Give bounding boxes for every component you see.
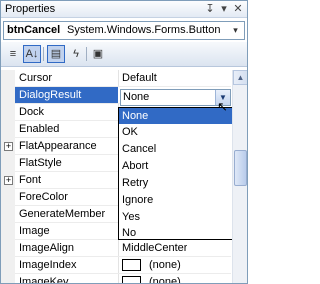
row-margin [1,274,15,283]
property-value[interactable]: (none) [149,276,181,283]
property-name: ImageKey [19,276,69,284]
dropdown-option-retry[interactable]: Retry [119,175,232,191]
column-divider [118,70,119,87]
property-value[interactable]: (none) [149,259,181,272]
property-name: Font [19,174,42,186]
properties-icon[interactable]: ▤ [47,45,65,63]
scroll-up-icon[interactable]: ▲ [233,70,247,85]
toolbar-separator [86,47,87,61]
dropdown-option-cancel[interactable]: Cancel [119,141,232,157]
dropdown-option-abort[interactable]: Abort [119,158,232,174]
events-lightning-icon[interactable]: ϟ [67,45,85,63]
property-name: Cursor [19,72,53,84]
row-margin [1,223,15,240]
property-name: DialogResult [15,87,118,104]
column-divider [118,274,119,283]
properties-toolbar: ≡ A↓ ▤ ϟ ▣ [1,42,247,67]
row-margin [1,240,15,257]
auto-hide-pin-icon[interactable]: ↧ [203,2,217,16]
row-margin [1,189,15,206]
property-name: FlatStyle [19,157,62,169]
property-name: Enabled [19,123,60,135]
property-row-cursor[interactable]: Cursor Default [1,70,231,87]
property-name: ImageIndex [19,259,77,271]
expand-icon[interactable]: + [4,142,13,151]
row-margin [1,70,15,87]
toolbar-separator [43,47,44,61]
property-pages-icon[interactable]: ▣ [89,45,107,63]
scroll-thumb[interactable] [234,150,247,186]
close-icon[interactable]: ✕ [231,2,245,16]
column-divider [118,257,119,274]
property-name: GenerateMember [19,208,106,220]
row-margin [1,87,15,104]
column-divider [118,240,119,257]
dialogresult-combobox[interactable]: None ▼ [120,89,231,106]
object-selector[interactable]: btnCancel System.Windows.Forms.Button ▾ [3,21,245,40]
alphabetical-icon[interactable]: A↓ [23,45,41,63]
vertical-scrollbar[interactable]: ▲ [232,70,247,283]
dropdown-option-none[interactable]: None [119,108,232,124]
properties-window: Properties ↧ ▾ ✕ btnCancel System.Window… [0,0,248,284]
property-name: Dock [19,106,45,118]
object-name: btnCancel [7,24,61,36]
row-margin [1,104,15,121]
property-name: ForeColor [19,191,68,203]
dropdown-option-ok[interactable]: OK [119,124,232,140]
window-title: Properties [5,3,56,15]
chevron-down-icon[interactable]: ▾ [228,23,243,38]
row-margin [1,155,15,172]
combobox-value: None [123,91,150,103]
object-type: System.Windows.Forms.Button [67,24,221,36]
image-preview-swatch [122,276,141,283]
dropdown-option-no[interactable]: No [119,225,232,241]
row-margin [1,257,15,274]
image-preview-swatch [122,259,141,271]
property-name: ImageAlign [19,242,75,254]
row-margin [1,206,15,223]
property-value[interactable]: Default [122,72,157,85]
property-row-imagealign[interactable]: ImageAlign MiddleCenter [1,240,231,257]
mouse-pointer-icon: ↖ [217,99,228,114]
property-name: Image [19,225,50,237]
dialogresult-dropdown-list: None OK Cancel Abort Retry Ignore Yes No [118,107,233,240]
property-row-imageindex[interactable]: ImageIndex (none) [1,257,231,274]
dropdown-option-ignore[interactable]: Ignore [119,192,232,208]
dropdown-option-yes[interactable]: Yes [119,209,232,225]
property-row-imagekey[interactable]: ImageKey (none) [1,274,231,284]
window-menu-icon[interactable]: ▾ [217,2,231,16]
categorized-icon[interactable]: ≡ [4,45,22,63]
property-value[interactable]: MiddleCenter [122,242,187,255]
row-margin [1,121,15,138]
title-bar: Properties ↧ ▾ ✕ [1,1,247,18]
property-name: FlatAppearance [19,140,97,152]
expand-icon[interactable]: + [4,176,13,185]
